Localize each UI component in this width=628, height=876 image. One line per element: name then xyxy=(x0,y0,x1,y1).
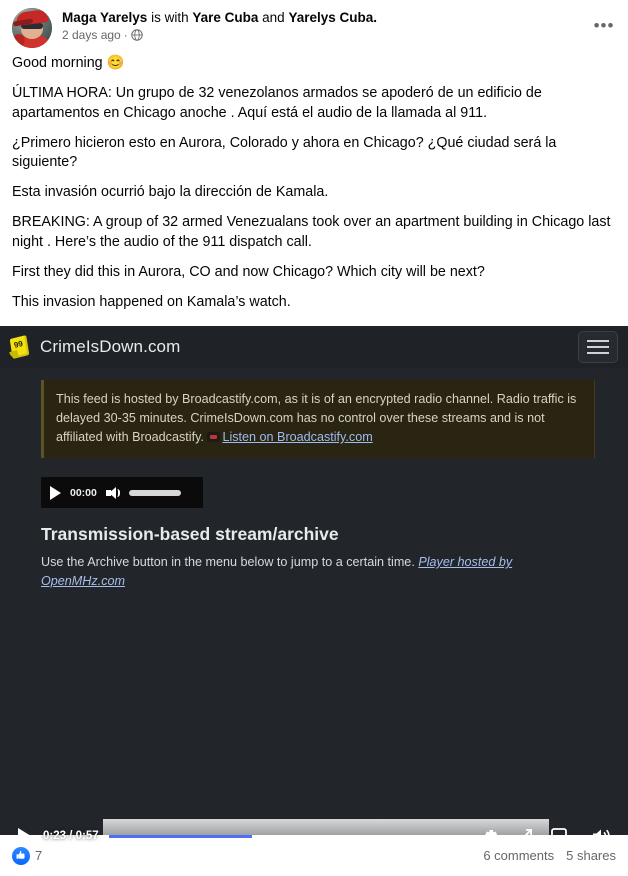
picture-in-picture-icon[interactable] xyxy=(550,825,572,847)
video-embed[interactable]: 99 CrimeIsDown.com This feed is hosted b… xyxy=(0,326,628,876)
globe-icon[interactable] xyxy=(130,29,143,41)
section-subtitle-text: Use the Archive button in the menu below… xyxy=(41,555,419,569)
avatar[interactable] xyxy=(12,8,52,48)
broadcastify-icon xyxy=(207,432,221,442)
meta-separator: · xyxy=(123,28,128,42)
section-title: Transmission-based stream/archive xyxy=(41,524,339,544)
play-icon[interactable] xyxy=(18,828,31,844)
embedded-site-header: 99 CrimeIsDown.com xyxy=(0,326,628,368)
post-paragraph: Good morning 😊 xyxy=(12,55,125,71)
volume-slider[interactable] xyxy=(128,489,181,496)
video-time-display: 0:23 / 0:57 xyxy=(43,830,99,842)
post-paragraph: ¿Primero hicieron esto en Aurora, Colora… xyxy=(12,134,557,171)
audio-current-time: 00:00 xyxy=(70,486,97,499)
reaction-count: 7 xyxy=(35,848,43,863)
thumbs-up-icon xyxy=(12,846,30,865)
crimeisdown-logo-icon: 99 xyxy=(8,335,32,359)
expand-icon[interactable] xyxy=(514,825,536,847)
speaker-icon[interactable] xyxy=(590,825,614,847)
section-subtitle: Use the Archive button in the menu below… xyxy=(41,553,595,591)
listen-on-broadcastify-link[interactable]: Listen on Broadcastify.com xyxy=(222,430,372,444)
embedded-menu-button[interactable] xyxy=(578,331,618,363)
post-meta: 2 days ago · xyxy=(62,28,377,42)
reaction-summary[interactable]: 7 xyxy=(12,846,43,865)
post-header: Maga Yarelys is with Yare Cuba and Yarel… xyxy=(0,0,628,50)
post-paragraph: BREAKING: A group of 32 armed Venezualan… xyxy=(12,214,611,250)
play-icon[interactable] xyxy=(50,485,61,500)
author-name[interactable]: Maga Yarelys xyxy=(62,10,147,25)
html5-audio-player[interactable]: 00:00 xyxy=(41,477,203,508)
hamburger-icon-line xyxy=(587,352,609,354)
post-author-block: Maga Yarelys is with Yare Cuba and Yarel… xyxy=(62,8,377,42)
comment-count[interactable]: 6 comments xyxy=(483,848,554,863)
broadcastify-notice: This feed is hosted by Broadcastify.com,… xyxy=(41,380,595,458)
post-text: Good morning 😊 ÚLTIMA HORA: Un grupo de … xyxy=(0,50,628,326)
gear-icon[interactable] xyxy=(478,824,502,848)
with-text: is with xyxy=(151,10,189,25)
and-text: and xyxy=(262,10,285,25)
embedded-site-title: CrimeIsDown.com xyxy=(40,337,181,356)
tagged-person-1[interactable]: Yare Cuba xyxy=(192,10,258,25)
post-options-button[interactable]: ••• xyxy=(590,12,618,40)
speaker-icon[interactable] xyxy=(105,486,120,499)
post-paragraph: This invasion happened on Kamala’s watch… xyxy=(12,293,291,310)
hamburger-icon-line xyxy=(587,346,609,348)
hamburger-icon-line xyxy=(587,340,609,342)
post-paragraph: ÚLTIMA HORA: Un grupo de 32 venezolanos … xyxy=(12,85,542,121)
engagement-counts: 6 comments 5 shares xyxy=(483,848,616,863)
share-count[interactable]: 5 shares xyxy=(566,848,616,863)
post-author-line: Maga Yarelys is with Yare Cuba and Yarel… xyxy=(62,8,377,26)
progress-fill xyxy=(108,834,252,838)
video-progress-bar[interactable] xyxy=(108,829,466,843)
post-timestamp[interactable]: 2 days ago xyxy=(62,28,121,42)
post-paragraph: First they did this in Aurora, CO and no… xyxy=(12,263,485,280)
post-paragraph: Esta invasión ocurrió bajo la dirección … xyxy=(12,184,329,200)
ellipsis-icon: ••• xyxy=(593,16,615,35)
tagged-person-2[interactable]: Yarelys Cuba. xyxy=(288,10,377,25)
